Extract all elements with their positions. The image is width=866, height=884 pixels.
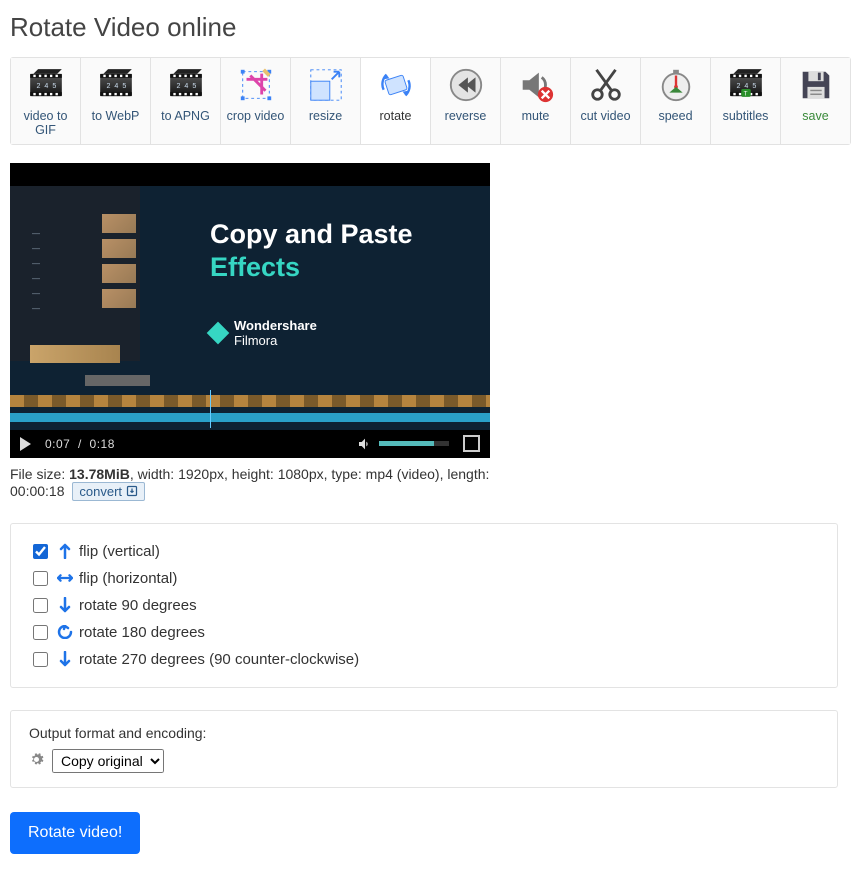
tool-label: resize [309,110,342,124]
save-icon [797,66,835,104]
output-heading: Output format and encoding: [29,725,819,741]
promo-text: Copy and Paste Effects [210,218,413,286]
checkbox-rot90[interactable] [33,598,48,613]
svg-text:5: 5 [52,82,56,90]
option-label: flip (horizontal) [79,570,177,587]
tool-rotate[interactable]: rotate [361,58,431,144]
toolbar: 245video to GIF245to WebP245to APNGcrop … [10,57,851,145]
cut-icon [587,66,625,104]
brand-text: Wondershare Filmora [210,318,317,348]
svg-text:2: 2 [106,82,110,90]
file-info: File size: 13.78MiB, width: 1920px, heig… [10,466,490,501]
tool-label: crop video [227,110,285,124]
flipv-icon [57,543,73,559]
option-label: rotate 270 degrees (90 counter-clockwise… [79,651,359,668]
tool-label: mute [522,110,550,124]
tool-save[interactable]: save [781,58,850,144]
crop-icon [237,66,275,104]
tool-label: subtitles [723,110,769,124]
tool-apng[interactable]: 245 to APNG [151,58,221,144]
tool-label: save [802,110,828,124]
checkbox-rot270[interactable] [33,652,48,667]
reverse-icon [447,66,485,104]
mute-icon [517,66,555,104]
tool-resize[interactable]: resize [291,58,361,144]
rot90-icon [57,597,73,613]
checkbox-flipv[interactable] [33,544,48,559]
subtitles-icon: 245T [727,66,765,104]
brand-icon [207,321,230,344]
svg-text:5: 5 [122,82,126,90]
svg-text:5: 5 [752,82,756,90]
option-rot180: rotate 180 degrees [29,619,819,646]
tool-cut[interactable]: cut video [571,58,641,144]
tool-label: speed [658,110,692,124]
checkbox-fliph[interactable] [33,571,48,586]
tool-label: to WebP [92,110,140,124]
option-fliph: flip (horizontal) [29,565,819,592]
svg-text:2: 2 [736,82,740,90]
output-panel: Output format and encoding: Copy origina… [10,710,838,788]
rotate-options-panel: flip (vertical) flip (horizontal) rotate 9… [10,523,838,688]
tool-subtitles[interactable]: 245T subtitles [711,58,781,144]
tool-label: video to GIF [24,110,68,138]
tool-label: cut video [580,110,630,124]
volume-icon[interactable] [357,436,373,452]
checkbox-rot180[interactable] [33,625,48,640]
volume-slider[interactable] [379,441,449,446]
option-label: flip (vertical) [79,543,160,560]
option-rot270: rotate 270 degrees (90 counter-clockwise… [29,646,819,673]
svg-text:4: 4 [114,82,118,90]
rotate-icon [377,66,415,104]
rot180-icon [57,624,73,640]
tool-mute[interactable]: mute [501,58,571,144]
fullscreen-icon[interactable] [463,435,480,452]
gear-icon [29,752,44,770]
video-preview[interactable]: —————— Copy and Paste Effects Wondershar… [10,163,490,458]
gif-icon: 245 [27,66,65,104]
svg-text:5: 5 [192,82,196,90]
tool-gif[interactable]: 245 video to GIF [11,58,81,144]
rot270-icon [57,651,73,667]
fliph-icon [57,570,73,586]
option-flipv: flip (vertical) [29,538,819,565]
tool-speed[interactable]: speed [641,58,711,144]
tool-reverse[interactable]: reverse [431,58,501,144]
tool-label: reverse [445,110,487,124]
download-icon [126,485,138,497]
resize-icon [307,66,345,104]
tool-crop[interactable]: crop video [221,58,291,144]
video-controls: 0:07 / 0:18 [10,430,490,458]
rotate-video-button[interactable]: Rotate video! [10,812,140,854]
apng-icon: 245 [167,66,205,104]
tool-label: rotate [380,110,412,124]
option-label: rotate 180 degrees [79,624,205,641]
svg-text:4: 4 [44,82,48,90]
tool-label: to APNG [161,110,210,124]
svg-text:T: T [743,90,747,97]
svg-text:2: 2 [36,82,40,90]
webp-icon: 245 [97,66,135,104]
svg-text:2: 2 [176,82,180,90]
option-label: rotate 90 degrees [79,597,197,614]
time-display: 0:07 / 0:18 [45,437,115,451]
play-icon[interactable] [20,437,31,451]
output-format-select[interactable]: Copy original [52,749,164,773]
page-title: Rotate Video online [10,12,856,43]
option-rot90: rotate 90 degrees [29,592,819,619]
speed-icon [657,66,695,104]
tool-webp[interactable]: 245 to WebP [81,58,151,144]
convert-button[interactable]: convert [72,482,145,501]
svg-text:4: 4 [184,82,188,90]
